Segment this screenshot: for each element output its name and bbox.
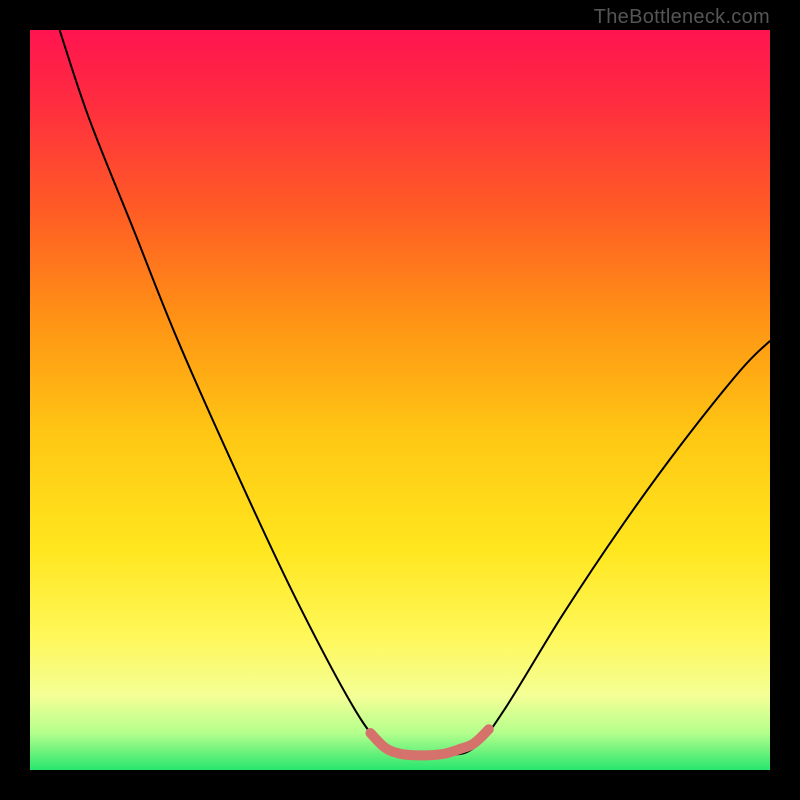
bottleneck-curve xyxy=(60,30,770,756)
curve-overlay xyxy=(30,30,770,770)
chart-container: TheBottleneck.com xyxy=(0,0,800,800)
watermark-text: TheBottleneck.com xyxy=(594,6,770,29)
plot-area xyxy=(30,30,770,770)
optimal-zone-highlight xyxy=(370,729,488,755)
